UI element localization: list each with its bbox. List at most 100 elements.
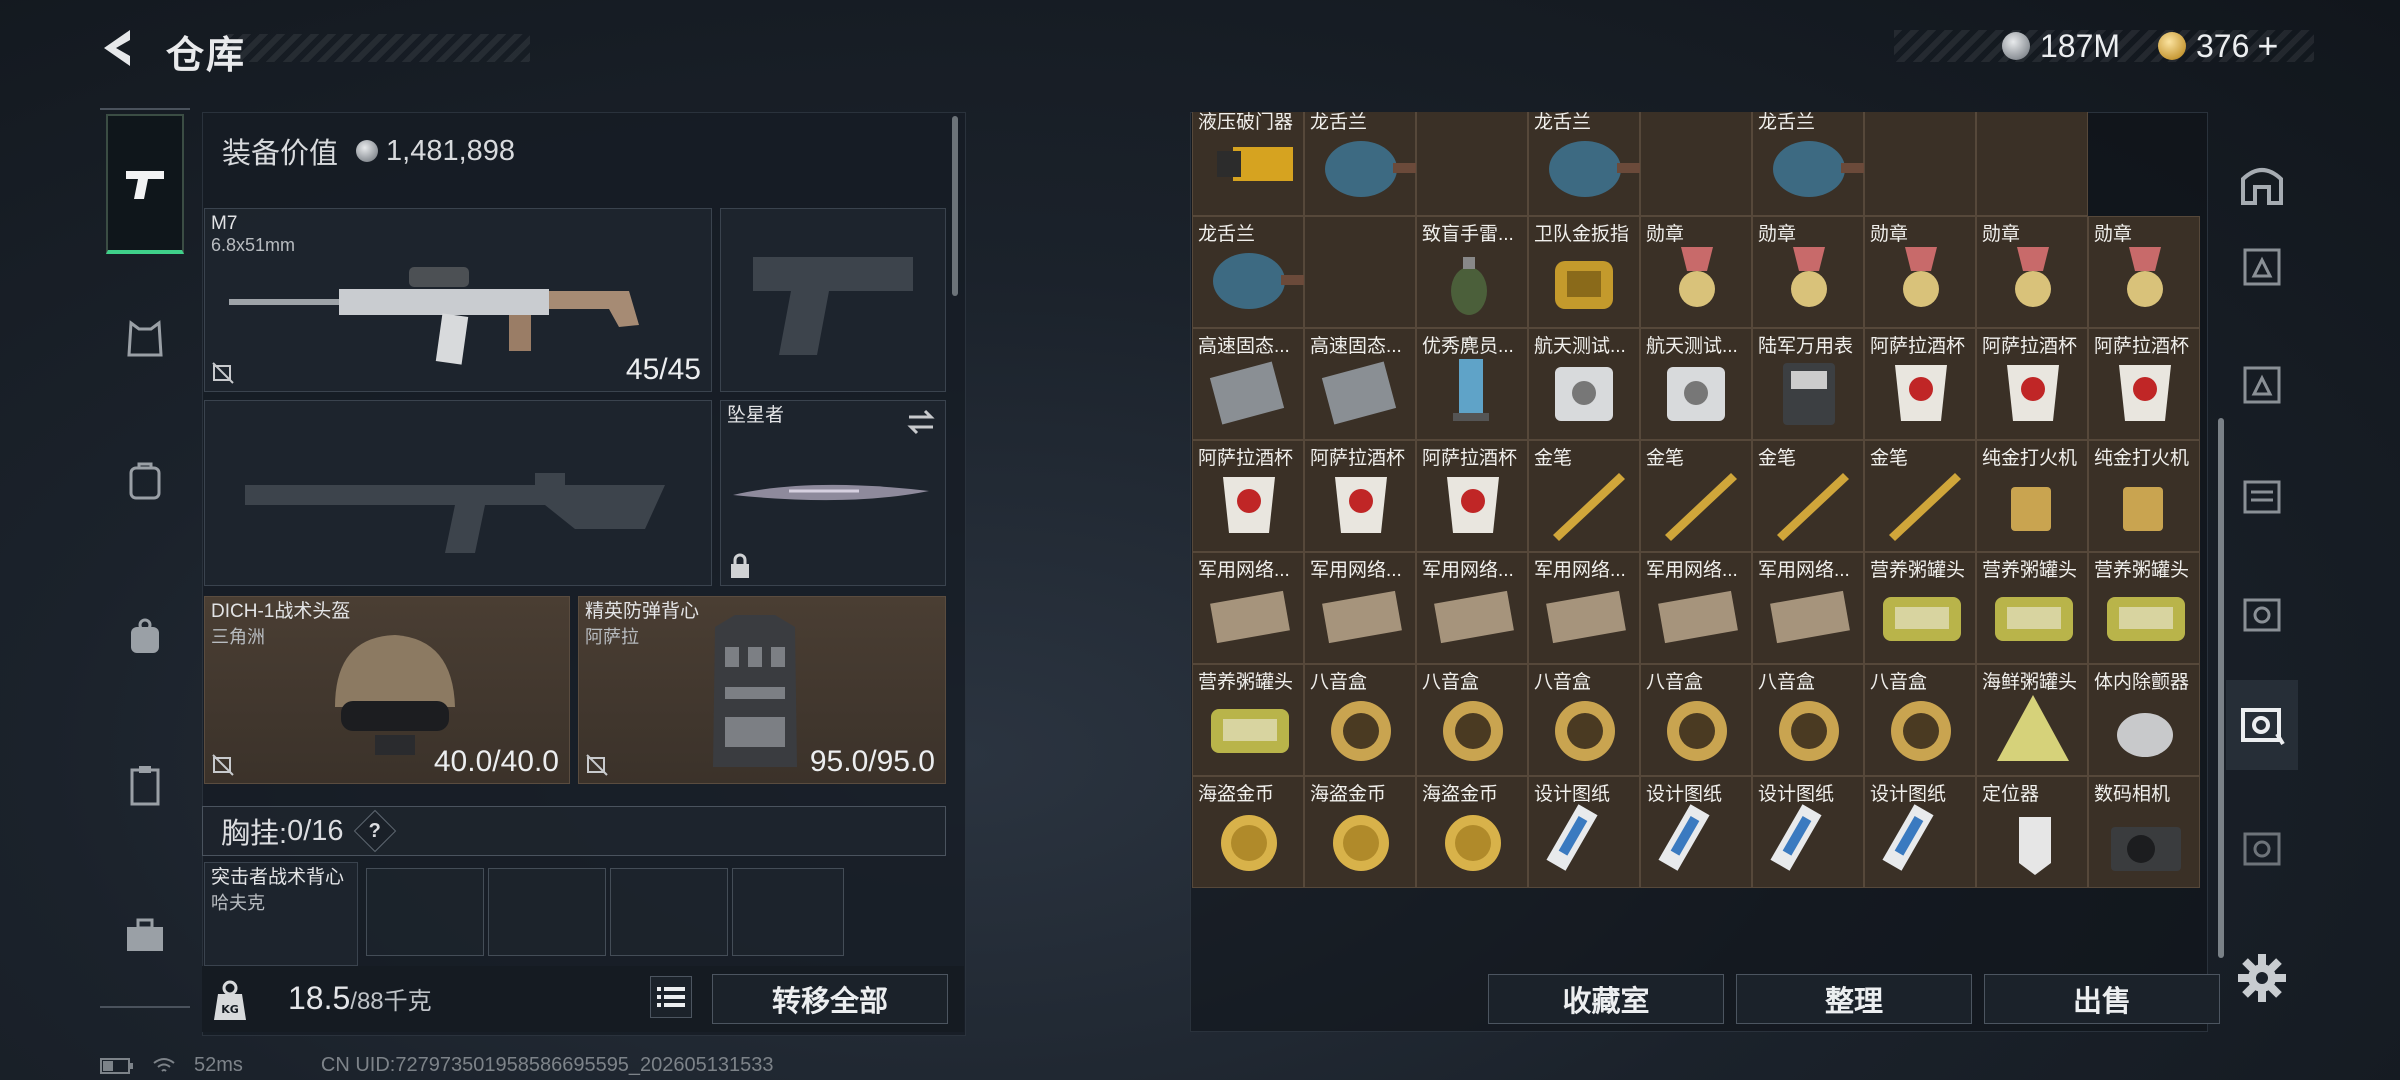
tab-tier-5[interactable]: [2226, 232, 2298, 302]
grid-cell[interactable]: 阿萨拉酒杯: [2088, 328, 2200, 440]
list-view-button[interactable]: [650, 976, 692, 1018]
grid-cell[interactable]: 设计图纸: [1752, 776, 1864, 888]
melee-slot[interactable]: 坠星者: [720, 400, 946, 586]
grid-cell[interactable]: 八音盒: [1864, 664, 1976, 776]
grid-cell[interactable]: 阿萨拉酒杯: [1976, 328, 2088, 440]
pistol-slot[interactable]: [720, 208, 946, 392]
grid-cell[interactable]: 阿萨拉酒杯: [1304, 440, 1416, 552]
chest-rig-cell[interactable]: [488, 868, 606, 956]
left-scrollbar[interactable]: [952, 116, 958, 296]
grid-cell[interactable]: 航天测试...: [1528, 328, 1640, 440]
grid-cell[interactable]: 勋章: [1864, 216, 1976, 328]
grid-cell[interactable]: 营养粥罐头: [1976, 552, 2088, 664]
grid-cell[interactable]: 阿萨拉酒杯: [1864, 328, 1976, 440]
grid-cell[interactable]: 纯金打火机: [1976, 440, 2088, 552]
grid-cell[interactable]: 阿萨拉酒杯: [1192, 440, 1304, 552]
grid-cell[interactable]: 海盗金币: [1416, 776, 1528, 888]
tab-tier-5c[interactable]: [2226, 680, 2298, 770]
nav-toolbox[interactable]: [106, 902, 184, 968]
grid-cell[interactable]: 数码相机: [2088, 776, 2200, 888]
tab-tier-4[interactable]: [2226, 350, 2298, 420]
grid-cell[interactable]: 体内除颤器: [2088, 664, 2200, 776]
grid-cell[interactable]: 八音盒: [1304, 664, 1416, 776]
grid-cell[interactable]: 勋章: [1640, 216, 1752, 328]
grid-cell[interactable]: [1416, 112, 1528, 216]
nav-weapon[interactable]: [106, 114, 184, 254]
add-currency-icon[interactable]: +: [2257, 25, 2278, 67]
grid-cell[interactable]: 定位器: [1976, 776, 2088, 888]
sell-button[interactable]: 出售: [1984, 974, 2220, 1024]
back-icon[interactable]: [98, 26, 142, 70]
grid-cell[interactable]: 金笔: [1528, 440, 1640, 552]
grid-cell[interactable]: [1640, 112, 1752, 216]
tab-tier-4b[interactable]: [2226, 462, 2298, 532]
settings-gear-icon[interactable]: [2236, 952, 2288, 1004]
help-icon[interactable]: ?: [353, 809, 396, 853]
nav-clipboard[interactable]: [106, 752, 184, 818]
grid-cell[interactable]: 勋章: [2088, 216, 2200, 328]
primary-weapon-slot[interactable]: M7 6.8x51mm 45/45: [204, 208, 712, 392]
nav-armor[interactable]: [106, 306, 184, 372]
sort-button[interactable]: 整理: [1736, 974, 1972, 1024]
grid-cell[interactable]: 设计图纸: [1640, 776, 1752, 888]
grid-cell[interactable]: 设计图纸: [1864, 776, 1976, 888]
grid-cell[interactable]: [1304, 216, 1416, 328]
grid-cell[interactable]: 高速固态...: [1304, 328, 1416, 440]
grid-cell[interactable]: 营养粥罐头: [1192, 664, 1304, 776]
grid-cell[interactable]: 设计图纸: [1528, 776, 1640, 888]
grid-cell[interactable]: 军用网络...: [1528, 552, 1640, 664]
grid-cell[interactable]: 卫队金扳指: [1528, 216, 1640, 328]
grid-cell[interactable]: [1864, 112, 1976, 216]
helmet-slot[interactable]: DICH-1战术头盔 三角洲 40.0/40.0: [204, 596, 570, 784]
grid-cell[interactable]: 营养粥罐头: [2088, 552, 2200, 664]
chest-rig-cell[interactable]: [366, 868, 484, 956]
secondary-weapon-slot[interactable]: [204, 400, 712, 586]
chest-rig-cell[interactable]: [732, 868, 844, 956]
grid-cell[interactable]: 航天测试...: [1640, 328, 1752, 440]
grid-cell[interactable]: 海鲜粥罐头: [1976, 664, 2088, 776]
storage-scrollbar[interactable]: [2218, 418, 2224, 958]
grid-cell[interactable]: 海盗金币: [1192, 776, 1304, 888]
grid-cell[interactable]: 液压破门器: [1192, 112, 1304, 216]
gold-currency[interactable]: 376 +: [2158, 25, 2278, 67]
grid-cell[interactable]: 龙舌兰: [1752, 112, 1865, 216]
grid-cell[interactable]: 金笔: [1864, 440, 1976, 552]
grid-cell[interactable]: 八音盒: [1752, 664, 1864, 776]
grid-cell[interactable]: 金笔: [1640, 440, 1752, 552]
nav-bag[interactable]: [106, 604, 184, 670]
grid-cell[interactable]: 勋章: [1976, 216, 2088, 328]
grid-cell[interactable]: [1976, 112, 2088, 216]
swap-icon[interactable]: [905, 409, 937, 435]
no-insure-icon: [212, 362, 234, 384]
chest-rig-cell[interactable]: [610, 868, 728, 956]
grid-cell[interactable]: 龙舌兰: [1528, 112, 1641, 216]
backpack-slot[interactable]: 突击者战术背心 哈夫克: [204, 862, 358, 966]
grid-cell[interactable]: 优秀麂员...: [1416, 328, 1528, 440]
grid-cell[interactable]: 勋章: [1752, 216, 1864, 328]
grid-cell[interactable]: 军用网络...: [1304, 552, 1416, 664]
nav-backpack[interactable]: [106, 448, 184, 514]
grid-cell[interactable]: 高速固态...: [1192, 328, 1304, 440]
grid-cell[interactable]: 八音盒: [1640, 664, 1752, 776]
grid-cell[interactable]: 纯金打火机: [2088, 440, 2200, 552]
grid-cell[interactable]: 军用网络...: [1752, 552, 1864, 664]
grid-cell[interactable]: 龙舌兰: [1304, 112, 1417, 216]
grid-cell[interactable]: 龙舌兰: [1192, 216, 1305, 328]
grid-cell[interactable]: 营养粥罐头: [1864, 552, 1976, 664]
grid-cell[interactable]: 金笔: [1752, 440, 1864, 552]
grid-cell[interactable]: 八音盒: [1528, 664, 1640, 776]
grid-cell[interactable]: 八音盒: [1416, 664, 1528, 776]
grid-cell[interactable]: 陆军万用表: [1752, 328, 1864, 440]
tab-tier-5b[interactable]: [2226, 580, 2298, 650]
vest-slot[interactable]: 精英防弹背心 阿萨拉 95.0/95.0: [578, 596, 946, 784]
grid-cell[interactable]: 致盲手雷...: [1416, 216, 1528, 328]
grid-cell[interactable]: 海盗金币: [1304, 776, 1416, 888]
tab-tier-5d[interactable]: [2226, 814, 2298, 884]
grid-cell[interactable]: 军用网络...: [1640, 552, 1752, 664]
grid-cell[interactable]: 军用网络...: [1192, 552, 1304, 664]
grid-cell[interactable]: 阿萨拉酒杯: [1416, 440, 1528, 552]
grid-cell[interactable]: 军用网络...: [1416, 552, 1528, 664]
collection-room-button[interactable]: 收藏室: [1488, 974, 1724, 1024]
transfer-all-button[interactable]: 转移全部: [712, 974, 948, 1024]
tab-bunker[interactable]: [2226, 148, 2298, 218]
